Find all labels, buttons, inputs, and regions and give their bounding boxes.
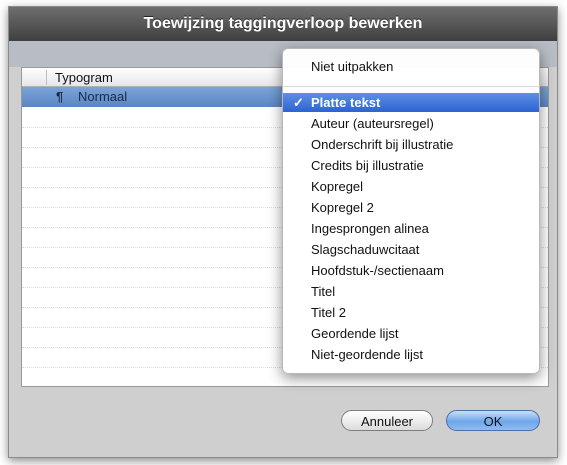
menu-item[interactable]: Slagschaduwcitaat — [283, 240, 539, 259]
menu-item[interactable]: Ingesprongen alinea — [283, 219, 539, 238]
menu-item[interactable]: Titel — [283, 282, 539, 301]
menu-item[interactable]: Kopregel 2 — [283, 198, 539, 217]
button-bar: Annuleer OK — [9, 395, 557, 445]
menu-item[interactable]: Credits bij illustratie — [283, 156, 539, 175]
paragraph-style-icon: ¶ — [56, 89, 64, 104]
menu-item-platte-tekst[interactable]: ✓ Platte tekst — [283, 93, 539, 112]
cancel-button[interactable]: Annuleer — [341, 410, 433, 431]
menu-item-niet-uitpakken[interactable]: Niet uitpakken — [283, 57, 539, 76]
title-bar[interactable]: Toewijzing taggingverloop bewerken — [9, 7, 557, 42]
menu-item[interactable]: Hoofdstuk-/sectienaam — [283, 261, 539, 280]
column-header-typogram[interactable]: Typogram — [46, 70, 113, 85]
ok-button[interactable]: OK — [446, 410, 540, 431]
row-label: Normaal — [78, 89, 128, 104]
dialog-title: Toewijzing taggingverloop bewerken — [143, 15, 423, 32]
menu-item[interactable]: Niet-geordende lijst — [283, 345, 539, 364]
menu-item[interactable]: Onderschrift bij illustratie — [283, 135, 539, 154]
menu-item[interactable]: Kopregel — [283, 177, 539, 196]
menu-item[interactable]: Geordende lijst — [283, 324, 539, 343]
menu-separator — [283, 86, 539, 87]
menu-item[interactable]: Auteur (auteursregel) — [283, 114, 539, 133]
checkmark-icon: ✓ — [293, 95, 304, 110]
tag-popup-menu: Niet uitpakken ✓ Platte tekst Auteur (au… — [282, 48, 540, 374]
menu-item[interactable]: Titel 2 — [283, 303, 539, 322]
